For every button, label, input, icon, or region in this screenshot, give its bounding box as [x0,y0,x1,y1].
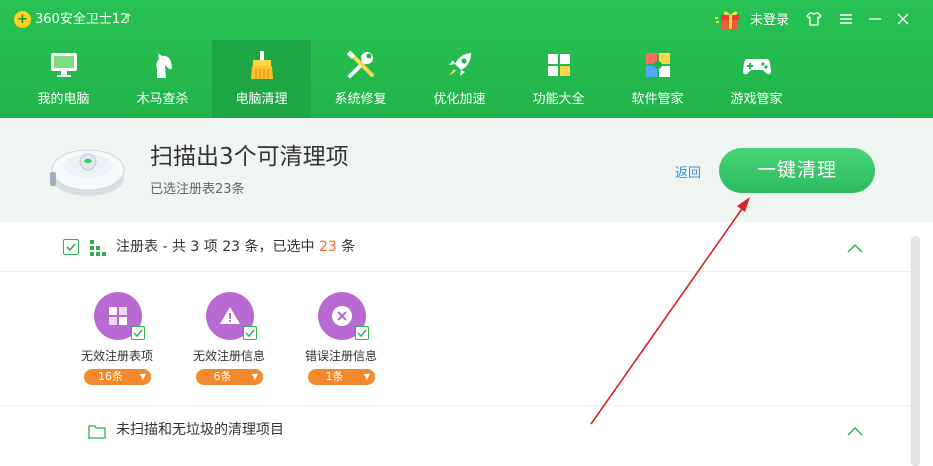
caret-down-icon: ▼ [363,372,370,381]
software-manager-icon [642,49,674,81]
robot-vacuum-icon [48,132,126,208]
cleanup-item-list: 注册表 - 共 3 项 23 条，已选中 23 条 无效注册表项 16条 ▼ 无效… [0,222,933,466]
one-click-clean-button[interactable]: 一键清理 [719,148,875,193]
nav-label: 软件管家 [631,92,684,107]
login-link[interactable]: 未登录 [750,12,789,29]
grid-apps-icon [543,49,575,81]
registry-selected-count: 23 [318,239,337,255]
update-arrow-icon[interactable]: ↑ [123,10,133,27]
menu-icon[interactable] [835,8,857,30]
item-count-dropdown[interactable]: 1条 ▼ [308,369,375,385]
gift-icon[interactable] [715,9,741,29]
item-checkbox[interactable] [355,326,369,340]
rocket-icon [444,49,476,81]
title-bar: + 360安全卫士12 ↑ 未登录 [0,0,933,38]
repair-tools-icon [345,49,377,81]
nav-item-my-computer[interactable]: 我的电脑 [14,40,113,118]
caret-down-icon: ▼ [251,372,258,381]
unscanned-section-header[interactable]: 未扫描和无垃圾的清理项目 [0,405,910,466]
nav-label: 电脑清理 [235,92,288,107]
registry-section-title: 注册表 - 共 3 项 23 条，已选中 23 条 [116,238,355,256]
cleanup-brush-icon [246,49,278,81]
scan-result-headline: 扫描出3个可清理项 [150,144,349,170]
nav-item-optimize[interactable]: 优化加速 [410,40,509,118]
registry-item: 无效注册表项 16条 ▼ [80,292,192,392]
item-label: 无效注册信息 [192,349,265,363]
item-checkbox[interactable] [131,326,145,340]
back-link[interactable]: 返回 [675,162,701,181]
nav-item-system-repair[interactable]: 系统修复 [311,40,410,118]
app-header: + 360安全卫士12 ↑ 未登录 我的电脑 木马查杀 电脑清理 系统修复 优化… [0,0,933,118]
nav-label: 功能大全 [532,92,585,107]
item-label: 无效注册表项 [80,349,153,363]
registry-icon [89,239,107,257]
registry-section-header[interactable]: 注册表 - 共 3 项 23 条，已选中 23 条 [0,222,910,272]
registry-title-prefix: 注册表 - 共 3 项 23 条，已选中 [116,239,319,255]
item-checkbox[interactable] [243,326,257,340]
nav-label: 优化加速 [433,92,486,107]
skin-icon[interactable] [803,8,825,30]
item-count: 16条 [98,370,123,383]
registry-section-checkbox[interactable] [63,239,79,255]
item-count: 6条 [213,370,232,383]
computer-icon [48,49,80,81]
nav-item-all-features[interactable]: 功能大全 [509,40,608,118]
item-count-dropdown[interactable]: 16条 ▼ [84,369,151,385]
unscanned-section-title: 未扫描和无垃圾的清理项目 [116,422,284,438]
item-count-dropdown[interactable]: 6条 ▼ [196,369,263,385]
close-icon[interactable] [892,8,914,30]
caret-down-icon: ▼ [139,372,146,381]
gamepad-icon [741,49,773,81]
nav-label: 系统修复 [334,92,387,107]
folder-icon [88,422,106,440]
nav-label: 我的电脑 [37,92,90,107]
minimize-icon[interactable] [864,8,886,30]
nav-item-cleanup[interactable]: 电脑清理 [212,40,311,118]
chevron-up-icon[interactable] [845,241,865,255]
trojan-horse-icon [147,49,179,81]
registry-item: 错误注册信息 1条 ▼ [304,292,416,392]
chevron-up-icon[interactable] [845,424,865,438]
list-scrollbar[interactable] [911,236,920,466]
nav-label: 游戏管家 [730,92,783,107]
nav-item-software-manager[interactable]: 软件管家 [608,40,707,118]
nav-item-game-manager[interactable]: 游戏管家 [707,40,806,118]
nav-label: 木马查杀 [136,92,189,107]
registry-item: 无效注册信息 6条 ▼ [192,292,304,392]
app-title: 360安全卫士12 [35,12,129,27]
registry-title-suffix: 条 [336,239,356,255]
scan-summary: 扫描出3个可清理项 已选注册表23条 返回 一键清理 [0,118,933,222]
registry-item-grid: 无效注册表项 16条 ▼ 无效注册信息 6条 ▼ 错误注册信息 1条 ▼ [80,292,416,392]
selected-summary-text: 已选注册表23条 [150,182,245,197]
main-nav: 我的电脑 木马查杀 电脑清理 系统修复 优化加速 功能大全 软件管家 游戏管家 [14,40,806,118]
360-logo-icon: + [14,11,31,28]
item-label: 错误注册信息 [304,349,377,363]
nav-item-trojan-scan[interactable]: 木马查杀 [113,40,212,118]
item-count: 1条 [325,370,344,383]
